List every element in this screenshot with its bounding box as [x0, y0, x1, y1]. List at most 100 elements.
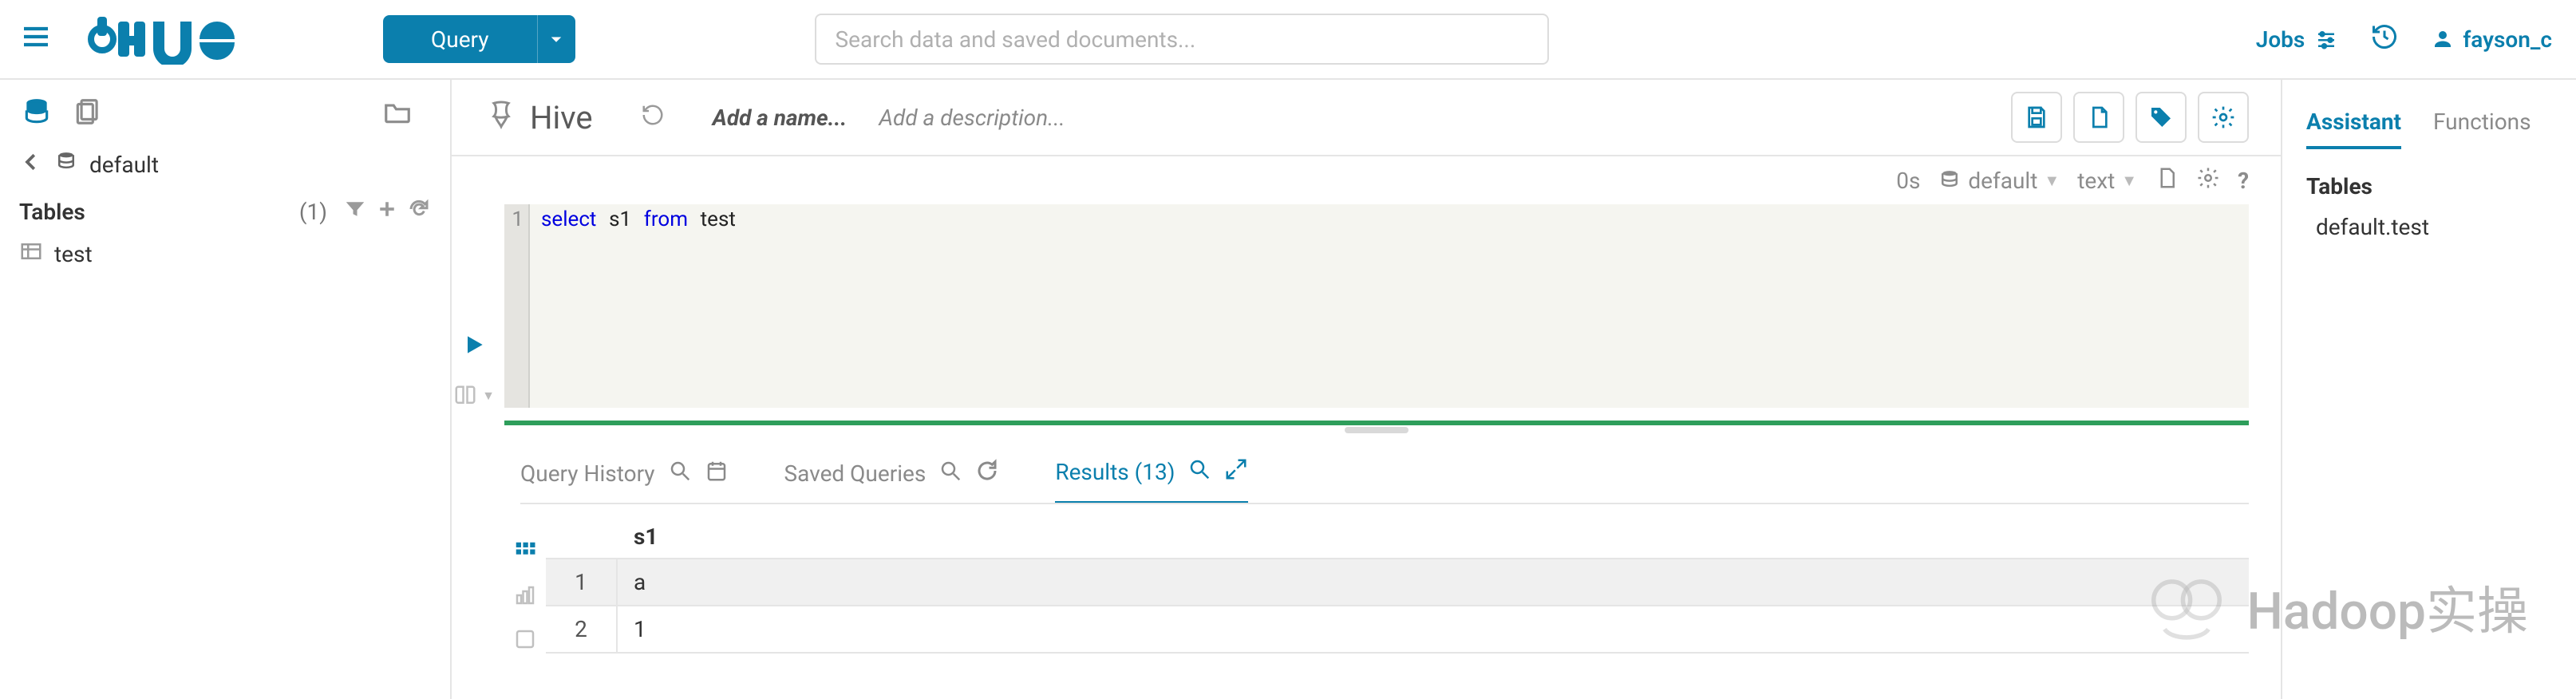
help-icon[interactable]: ?: [2238, 168, 2249, 194]
hamburger-menu-icon[interactable]: [8, 21, 64, 58]
table-item-label: test: [54, 241, 93, 267]
tab-label: Query History: [520, 460, 655, 487]
tag-button[interactable]: [2135, 92, 2187, 143]
settings-button[interactable]: [2198, 92, 2249, 143]
tables-count: (1): [299, 199, 327, 225]
left-iconrow: [0, 80, 450, 144]
main-area: default Tables (1) test Hive Add a name.…: [0, 80, 2576, 699]
plus-icon[interactable]: [375, 197, 399, 227]
sql-editor[interactable]: 1 select s1 from test: [504, 204, 2249, 408]
jobs-link[interactable]: Jobs: [2256, 26, 2339, 53]
sources-db-icon[interactable]: [19, 94, 54, 129]
filter-icon[interactable]: [343, 197, 367, 227]
chevron-down-icon: ▼: [482, 388, 495, 404]
chevron-down-icon: ▼: [2044, 171, 2060, 191]
hive-icon: [484, 97, 519, 138]
database-icon: [54, 150, 78, 180]
status-doc-icon[interactable]: [2155, 166, 2179, 195]
line-numbers: 1: [504, 204, 528, 408]
status-gear-icon[interactable]: [2196, 166, 2220, 195]
db-breadcrumb: default: [0, 144, 450, 192]
chevron-down-icon: ▼: [2121, 171, 2137, 191]
breadcrumb-back-icon[interactable]: [19, 150, 43, 180]
left-sidebar: default Tables (1) test: [0, 80, 452, 699]
results-side-toolbar: [504, 515, 546, 657]
table-icon: [19, 239, 43, 269]
app-name: Hive: [530, 99, 593, 136]
sql-text[interactable]: select s1 from test: [528, 204, 2249, 408]
row-index: 1: [546, 559, 618, 605]
jobs-label: Jobs: [2256, 26, 2305, 53]
row-index-header: [546, 515, 618, 558]
center-panel: Hive Add a name... Add a description... …: [452, 80, 2281, 699]
cell-value: 1: [618, 606, 662, 652]
documents-icon[interactable]: [70, 94, 105, 129]
query-dropdown-button[interactable]: [537, 15, 575, 63]
right-tabs: Assistant Functions: [2282, 89, 2576, 165]
table-item-test[interactable]: test: [0, 235, 450, 274]
assist-table-item[interactable]: default.test: [2306, 211, 2552, 243]
table-row[interactable]: 1a: [546, 559, 2249, 606]
search-icon[interactable]: [938, 459, 962, 488]
column-header[interactable]: s1: [618, 515, 674, 558]
editor-gutter: ▼: [452, 204, 496, 408]
right-body: Tables default.test: [2282, 165, 2576, 251]
status-db-label: default: [1968, 168, 2037, 194]
editor-status-row: 0s default ▼ text ▼ ?: [452, 156, 2281, 204]
user-menu[interactable]: fayson_c: [2431, 26, 2552, 53]
history-icon[interactable]: [2370, 22, 2399, 57]
tab-label: Saved Queries: [784, 460, 926, 487]
refresh-icon[interactable]: [407, 197, 431, 227]
search-input[interactable]: [815, 14, 1549, 65]
results-header: s1: [546, 515, 2249, 559]
search-icon[interactable]: [668, 459, 692, 488]
resize-handle[interactable]: [504, 421, 2249, 425]
status-format-label: text: [2077, 168, 2115, 194]
assist-tables-header: Tables: [2306, 173, 2552, 199]
chart-view-icon[interactable]: [513, 583, 537, 613]
search-wrap: [815, 14, 1549, 65]
status-format-dropdown[interactable]: text ▼: [2077, 168, 2137, 194]
tab-saved-queries[interactable]: Saved Queries: [784, 459, 1000, 503]
result-tabs: Query History Saved Queries Results (13): [452, 425, 2281, 504]
tab-assistant[interactable]: Assistant: [2306, 109, 2401, 149]
hue-logo[interactable]: [88, 14, 263, 65]
row-index: 2: [546, 606, 618, 652]
folder-open-icon[interactable]: [380, 94, 415, 129]
cell-value: a: [618, 559, 662, 605]
results-wrap: s1 1a21: [452, 504, 2281, 657]
nav-right: Jobs fayson_c: [2256, 22, 2552, 57]
new-doc-button[interactable]: [2073, 92, 2124, 143]
tab-label: Results (13): [1055, 459, 1175, 485]
editor-history-icon[interactable]: [641, 103, 665, 132]
tab-query-history[interactable]: Query History: [520, 459, 729, 503]
query-button-group: Query: [383, 15, 575, 63]
tab-functions[interactable]: Functions: [2433, 109, 2531, 149]
exec-time: 0s: [1896, 168, 1920, 194]
grid-view-icon[interactable]: [513, 539, 537, 569]
tables-label: Tables: [19, 199, 85, 225]
breadcrumb-db-name[interactable]: default: [89, 152, 159, 178]
tab-results[interactable]: Results (13): [1055, 457, 1248, 504]
editor-wrap: ▼ 1 select s1 from test: [452, 204, 2281, 408]
search-icon[interactable]: [1187, 457, 1211, 487]
right-panel: Assistant Functions Tables default.test: [2281, 80, 2576, 699]
calendar-icon[interactable]: [705, 459, 729, 488]
expand-icon[interactable]: [1224, 457, 1248, 487]
top-nav: Query Jobs fayson_c: [0, 0, 2576, 80]
refresh-icon[interactable]: [975, 459, 999, 488]
status-db-dropdown[interactable]: default ▼: [1938, 168, 2060, 194]
query-name-input[interactable]: Add a name...: [713, 105, 847, 131]
username-label: fayson_c: [2463, 26, 2552, 53]
tables-header: Tables (1): [0, 192, 450, 235]
query-button[interactable]: Query: [383, 15, 537, 63]
presentation-mode-button[interactable]: ▼: [453, 384, 495, 408]
save-button[interactable]: [2011, 92, 2062, 143]
query-desc-input[interactable]: Add a description...: [879, 105, 1065, 131]
toolbar-right: [2011, 92, 2249, 143]
run-button[interactable]: [461, 332, 487, 363]
results-table: s1 1a21: [546, 515, 2249, 657]
table-row[interactable]: 21: [546, 606, 2249, 654]
download-icon[interactable]: [513, 627, 537, 657]
center-toolbar: Hive Add a name... Add a description...: [452, 80, 2281, 156]
